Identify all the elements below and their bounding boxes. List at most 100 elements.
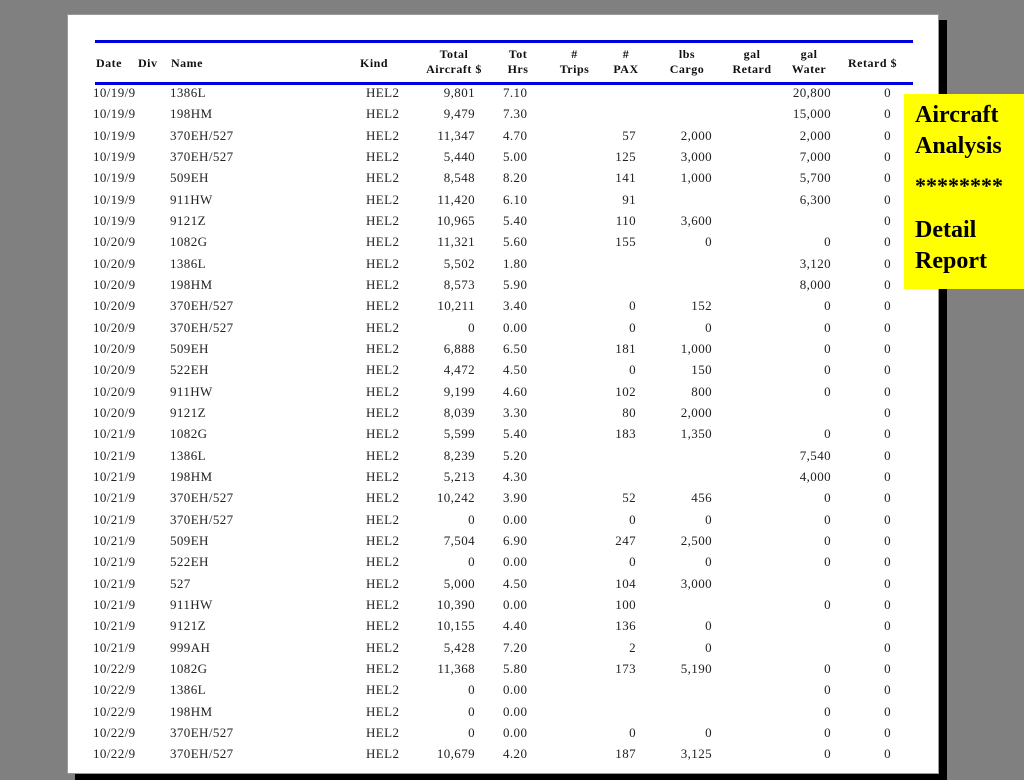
- cell-tot-hrs: 5.00: [503, 148, 528, 164]
- cell-total-aircraft: 9,801: [443, 85, 475, 100]
- cell-gal-water: 4,000: [799, 468, 831, 484]
- cell-cargo: 3,125: [680, 746, 712, 762]
- header-line: Cargo: [669, 62, 705, 76]
- cell-cargo: 0: [705, 554, 712, 570]
- cell-retard-cost: 0: [884, 234, 891, 250]
- table-row: 10/21/9 1386L HEL2 8,239 5.20 7,540 0: [0, 445, 1024, 466]
- cell-pax: 91: [622, 191, 636, 207]
- cell-pax: 183: [615, 426, 636, 442]
- cell-total-aircraft: 5,599: [443, 426, 475, 442]
- cell-date: 10/21/9: [93, 468, 136, 484]
- cell-retard-cost: 0: [884, 340, 891, 356]
- cell-name: 1082G: [170, 660, 208, 676]
- cell-date: 10/22/9: [93, 660, 136, 676]
- header-line: Total: [439, 47, 469, 61]
- cell-cargo: 3,600: [680, 212, 712, 228]
- cell-total-aircraft: 4,472: [443, 362, 475, 378]
- cell-tot-hrs: 4.70: [503, 127, 528, 143]
- cell-gal-water: 0: [824, 234, 831, 250]
- cell-tot-hrs: 0.00: [503, 703, 528, 719]
- cell-tot-hrs: 4.50: [503, 362, 528, 378]
- cell-date: 10/22/9: [93, 724, 136, 740]
- cell-retard-cost: 0: [884, 511, 891, 527]
- cell-gal-water: 20,800: [792, 85, 831, 100]
- cell-pax: 0: [629, 554, 636, 570]
- cell-total-aircraft: 5,440: [443, 148, 475, 164]
- cell-date: 10/19/9: [93, 170, 136, 186]
- cell-date: 10/21/9: [93, 596, 136, 612]
- cell-retard-cost: 0: [884, 191, 891, 207]
- cell-retard-cost: 0: [884, 746, 891, 762]
- cell-kind: HEL2: [366, 746, 400, 762]
- table-row: 10/21/9 370EH/527 HEL2 0 0.00 0 0 0 0: [0, 509, 1024, 530]
- cell-tot-hrs: 8.20: [503, 170, 528, 186]
- cell-total-aircraft: 10,155: [436, 618, 475, 634]
- table-row: 10/19/9 370EH/527 HEL2 11,347 4.70 57 2,000 2,0…: [0, 125, 1024, 146]
- table-row: 10/21/9 522EH HEL2 0 0.00 0 0 0 0: [0, 551, 1024, 572]
- cell-date: 10/22/9: [93, 703, 136, 719]
- cell-date: 10/20/9: [93, 319, 136, 335]
- cell-name: 509EH: [170, 532, 209, 548]
- cell-date: 10/19/9: [93, 127, 136, 143]
- cell-kind: HEL2: [366, 170, 400, 186]
- header-cargo: lbs Cargo: [664, 47, 710, 77]
- cell-kind: HEL2: [366, 468, 400, 484]
- cell-retard-cost: 0: [884, 404, 891, 420]
- cell-date: 10/22/9: [93, 682, 136, 698]
- table-row: 10/22/9 1386L HEL2 0 0.00 0 0: [0, 679, 1024, 700]
- cell-kind: HEL2: [366, 383, 400, 399]
- cell-pax: 173: [615, 660, 636, 676]
- cell-date: 10/20/9: [93, 383, 136, 399]
- callout-stars: ********: [915, 173, 1003, 198]
- cell-total-aircraft: 11,420: [437, 191, 475, 207]
- callout-line: Report: [915, 248, 987, 274]
- table-row: 10/22/9 370EH/527 HEL2 10,679 4.20 187 3,125 0 0: [0, 743, 1024, 764]
- cell-date: 10/21/9: [93, 426, 136, 442]
- cell-name: 370EH/527: [170, 746, 234, 762]
- cell-retard-cost: 0: [884, 148, 891, 164]
- cell-name: 911HW: [170, 596, 213, 612]
- cell-name: 9121Z: [170, 618, 206, 634]
- cell-total-aircraft: 9,199: [443, 383, 475, 399]
- cell-cargo: 2,500: [680, 532, 712, 548]
- cell-name: 1082G: [170, 426, 208, 442]
- cell-name: 198HM: [170, 703, 213, 719]
- cell-date: 10/20/9: [93, 298, 136, 314]
- cell-tot-hrs: 5.60: [503, 234, 528, 250]
- cell-retard-cost: 0: [884, 319, 891, 335]
- cell-name: 370EH/527: [170, 148, 234, 164]
- cell-gal-water: 0: [824, 383, 831, 399]
- cell-retard-cost: 0: [884, 85, 891, 100]
- cell-pax: 2: [629, 639, 636, 655]
- cell-cargo: 800: [691, 383, 712, 399]
- table-row: 10/20/9 509EH HEL2 6,888 6.50 181 1,000 0 0: [0, 338, 1024, 359]
- cell-tot-hrs: 0.00: [503, 319, 528, 335]
- header-line: #: [571, 47, 578, 61]
- table-row: 10/20/9 1386L HEL2 5,502 1.80 3,120 0: [0, 253, 1024, 274]
- cell-total-aircraft: 11,321: [437, 234, 475, 250]
- cell-name: 370EH/527: [170, 298, 234, 314]
- cell-cargo: 0: [705, 511, 712, 527]
- cell-name: 527: [170, 575, 191, 591]
- cell-total-aircraft: 0: [468, 511, 475, 527]
- header-kind: Kind: [360, 56, 389, 70]
- cell-total-aircraft: 9,479: [443, 106, 475, 122]
- cell-kind: HEL2: [366, 596, 400, 612]
- cell-name: 522EH: [170, 554, 209, 570]
- cell-retard-cost: 0: [884, 255, 891, 271]
- cell-kind: HEL2: [366, 554, 400, 570]
- cell-retard-cost: 0: [884, 212, 891, 228]
- table-row: 10/19/9 370EH/527 HEL2 5,440 5.00 125 3,000 7,0…: [0, 146, 1024, 167]
- cell-cargo: 0: [705, 234, 712, 250]
- cell-total-aircraft: 8,548: [443, 170, 475, 186]
- cell-kind: HEL2: [366, 447, 400, 463]
- cell-name: 1386L: [170, 682, 206, 698]
- cell-name: 1082G: [170, 234, 208, 250]
- cell-name: 911HW: [170, 383, 213, 399]
- cell-gal-water: 0: [824, 703, 831, 719]
- cell-retard-cost: 0: [884, 660, 891, 676]
- cell-retard-cost: 0: [884, 575, 891, 591]
- cell-gal-water: 0: [824, 682, 831, 698]
- cell-cargo: 3,000: [680, 148, 712, 164]
- table-row: 10/20/9 911HW HEL2 9,199 4.60 102 800 0 0: [0, 381, 1024, 402]
